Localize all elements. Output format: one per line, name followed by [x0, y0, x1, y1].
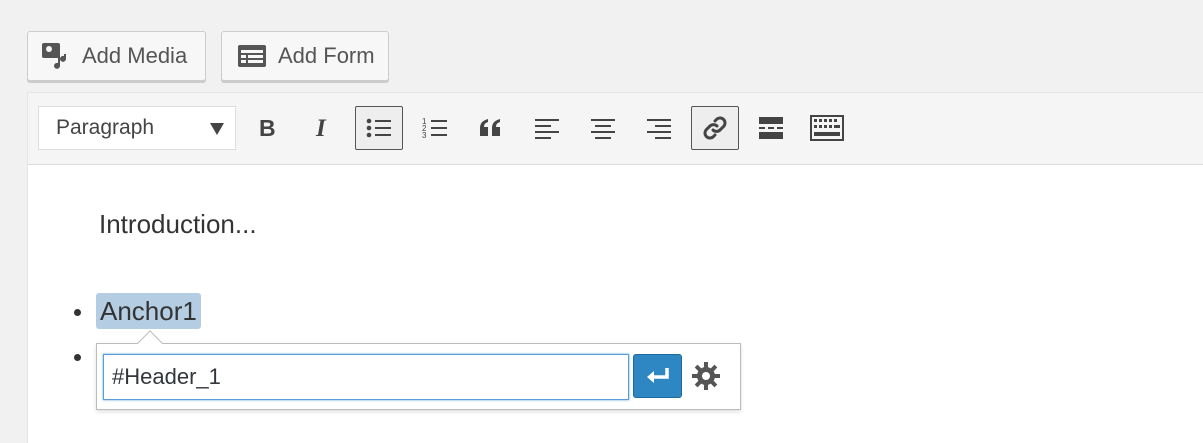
bulleted-list-button[interactable] — [355, 106, 403, 150]
align-center-icon — [591, 119, 615, 139]
numbered-list-button[interactable]: 123 — [411, 106, 459, 150]
intro-paragraph: Introduction... — [99, 209, 257, 239]
format-select-value: Paragraph — [56, 116, 155, 139]
bold-button[interactable]: B — [243, 106, 291, 150]
enter-icon — [646, 368, 669, 383]
add-form-label: Add Form — [278, 43, 375, 68]
bold-icon: B — [259, 117, 276, 139]
gear-icon — [692, 362, 720, 390]
media-icon — [40, 40, 72, 72]
link-icon — [703, 116, 727, 140]
toolbar-toggle-icon — [810, 115, 844, 141]
align-left-icon — [535, 119, 559, 139]
svg-text:3: 3 — [422, 131, 427, 140]
apply-link-button[interactable] — [633, 354, 682, 398]
align-center-button[interactable] — [579, 106, 627, 150]
editor-toolbar: Paragraph B I 123 — [28, 93, 1203, 165]
add-media-button[interactable]: Add Media — [27, 31, 206, 81]
italic-icon: I — [315, 117, 327, 139]
format-select[interactable]: Paragraph — [38, 106, 236, 150]
read-more-button[interactable] — [747, 106, 795, 150]
link-url-input[interactable] — [103, 354, 629, 400]
align-right-icon — [647, 119, 671, 139]
numbered-list-icon: 123 — [422, 117, 447, 140]
quote-icon — [480, 119, 500, 136]
list-bullet — [74, 309, 81, 316]
media-buttons: Add Media Add Form — [27, 31, 389, 81]
selected-anchor-text[interactable]: Anchor1 — [96, 293, 201, 329]
align-right-button[interactable] — [635, 106, 683, 150]
toolbar-toggle-button[interactable] — [803, 106, 851, 150]
italic-button[interactable]: I — [299, 106, 347, 150]
add-form-button[interactable]: Add Form — [221, 31, 389, 81]
list-bullet — [74, 354, 81, 361]
inline-link-popup — [96, 330, 741, 410]
link-settings-button[interactable] — [689, 359, 723, 393]
blockquote-button[interactable] — [467, 106, 515, 150]
add-media-label: Add Media — [82, 43, 188, 68]
svg-text:B: B — [259, 117, 276, 139]
read-more-icon — [759, 117, 783, 139]
form-icon — [236, 40, 268, 72]
align-left-button[interactable] — [523, 106, 571, 150]
chevron-down-icon — [210, 123, 224, 135]
insert-link-button[interactable] — [691, 106, 739, 150]
svg-text:I: I — [315, 117, 327, 139]
bulleted-list-icon — [366, 118, 391, 138]
